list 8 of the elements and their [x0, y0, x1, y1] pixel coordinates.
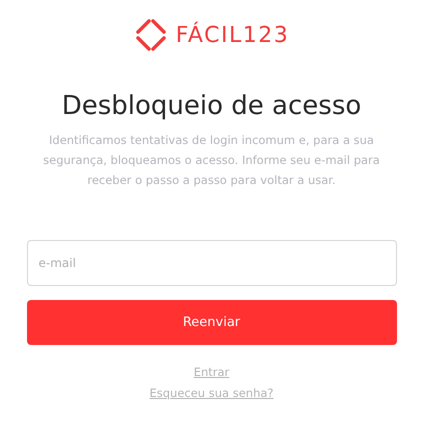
login-link[interactable]: Entrar: [194, 364, 230, 381]
forgot-password-link[interactable]: Esqueceu sua senha?: [149, 385, 274, 402]
logo-icon: [134, 18, 168, 52]
description-text: Identificamos tentativas de login incomum e, para a sua segurança, bloqueamos o acesso. Informe seu e-mail para receber o passo a passo para voltar a usar.: [42, 132, 381, 189]
email-field[interactable]: e-mail: [26, 240, 396, 286]
resend-button[interactable]: Reenviar: [26, 300, 396, 345]
logo-text: FÁCIL123: [176, 22, 290, 48]
page-title: Desbloqueio de acesso: [62, 90, 362, 122]
